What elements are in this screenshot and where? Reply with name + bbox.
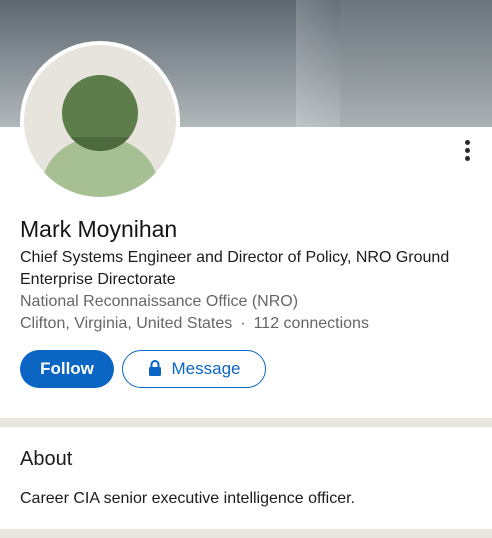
profile-location: Clifton, Virginia, United States	[20, 315, 233, 332]
about-title: About	[20, 448, 73, 470]
kebab-dot	[464, 140, 470, 145]
more-vertical-icon[interactable]	[458, 140, 476, 166]
profile-name: Mark Moynihan	[20, 216, 178, 242]
avatar-placeholder	[24, 45, 176, 197]
profile-info: Mark Moynihan Chief Systems Engineer and…	[20, 214, 480, 335]
profile-connections[interactable]: 112 connections	[254, 315, 369, 332]
profile-location-row: Clifton, Virginia, United States · 112 con…	[20, 313, 480, 335]
about-text: Career CIA senior executive intelligence…	[20, 490, 355, 507]
follow-button[interactable]: Follow	[20, 350, 114, 388]
kebab-dot	[464, 156, 470, 161]
lock-icon	[148, 359, 161, 376]
banner-shade	[340, 0, 492, 127]
message-label: Message	[171, 359, 241, 378]
kebab-dot	[464, 148, 470, 153]
message-button[interactable]: Message	[122, 350, 266, 388]
section-divider	[0, 529, 492, 538]
section-divider	[0, 418, 492, 427]
separator-dot: ·	[240, 315, 246, 332]
profile-headline: Chief Systems Engineer and Director of P…	[20, 249, 450, 288]
profile-organization: National Reconnaissance Office (NRO)	[20, 293, 299, 310]
avatar[interactable]	[20, 41, 180, 201]
banner-stripe	[296, 0, 340, 127]
